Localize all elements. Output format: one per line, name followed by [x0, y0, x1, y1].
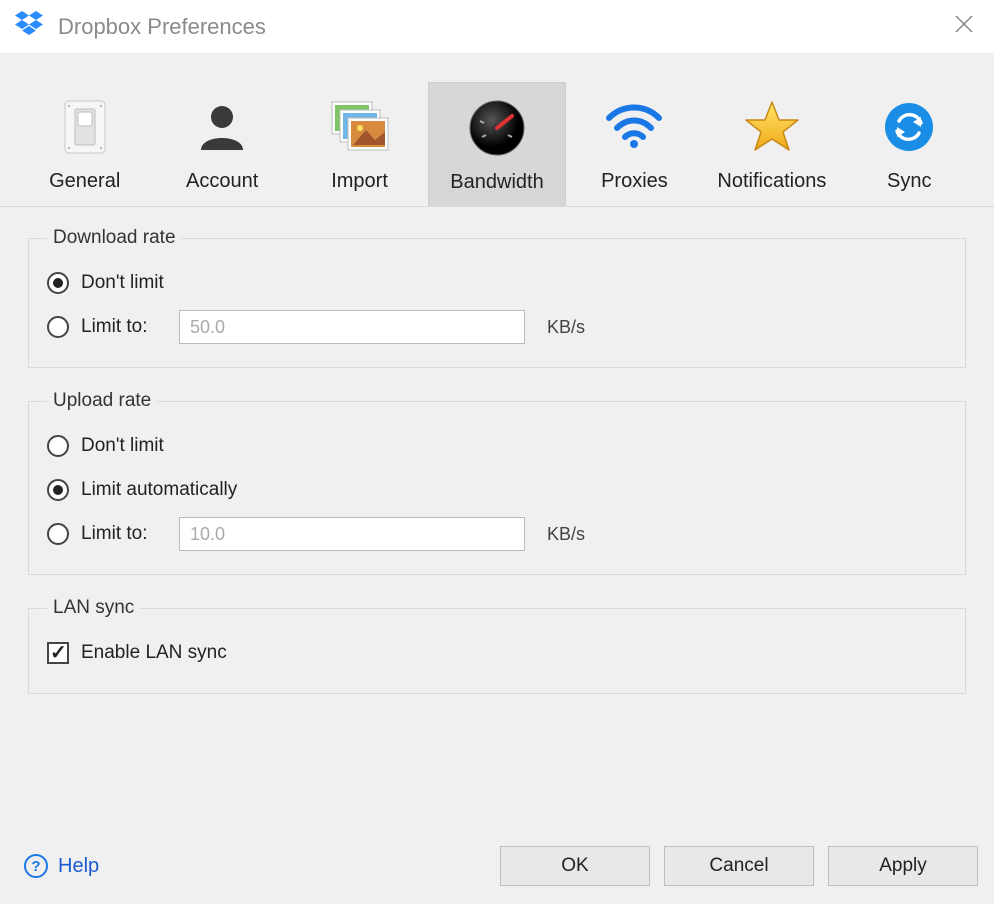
lan-sync-group: LAN sync Enable LAN sync	[28, 597, 966, 694]
cancel-button[interactable]: Cancel	[664, 846, 814, 886]
bottom-bar: ? Help OK Cancel Apply	[0, 828, 994, 904]
window-title: Dropbox Preferences	[58, 14, 948, 40]
tab-label: Import	[295, 170, 424, 193]
download-dont-limit-radio[interactable]	[47, 272, 69, 294]
close-icon	[954, 14, 974, 34]
tab-general[interactable]: General	[16, 82, 153, 206]
sync-icon	[845, 88, 974, 166]
content-area: Download rate Don't limit Limit to: KB/s…	[0, 207, 994, 694]
close-button[interactable]	[948, 8, 980, 45]
tab-import[interactable]: Import	[291, 82, 428, 206]
tab-label: Proxies	[570, 170, 699, 193]
lan-sync-label: Enable LAN sync	[81, 642, 227, 664]
tab-label: Notifications	[707, 170, 836, 193]
tab-label: Account	[157, 170, 286, 193]
download-unit: KB/s	[547, 317, 585, 338]
person-icon	[157, 88, 286, 166]
tab-sync[interactable]: Sync	[841, 82, 978, 206]
ok-button[interactable]: OK	[500, 846, 650, 886]
tab-label: Bandwidth	[433, 171, 560, 194]
tab-proxies[interactable]: Proxies	[566, 82, 703, 206]
tab-account[interactable]: Account	[153, 82, 290, 206]
svg-text:?: ?	[31, 858, 40, 875]
upload-rate-group: Upload rate Don't limit Limit automatica…	[28, 390, 966, 575]
upload-limit-to-label: Limit to:	[81, 523, 167, 545]
download-rate-group: Download rate Don't limit Limit to: KB/s	[28, 227, 966, 368]
download-limit-to-label: Limit to:	[81, 316, 167, 338]
download-rate-legend: Download rate	[47, 227, 182, 249]
download-limit-input[interactable]	[179, 310, 525, 344]
help-label: Help	[58, 855, 99, 878]
tab-bandwidth[interactable]: Bandwidth	[428, 82, 565, 206]
dropbox-logo-icon	[14, 11, 44, 42]
tab-label: General	[20, 170, 149, 193]
download-limit-to-radio[interactable]	[47, 316, 69, 338]
upload-limit-to-radio[interactable]	[47, 523, 69, 545]
titlebar: Dropbox Preferences	[0, 0, 994, 54]
upload-unit: KB/s	[547, 524, 585, 545]
apply-button[interactable]: Apply	[828, 846, 978, 886]
help-icon: ?	[24, 854, 48, 878]
upload-rate-legend: Upload rate	[47, 390, 157, 412]
tab-notifications[interactable]: Notifications	[703, 82, 840, 206]
upload-limit-auto-label: Limit automatically	[81, 479, 237, 501]
download-dont-limit-label: Don't limit	[81, 272, 164, 294]
lan-sync-checkbox[interactable]	[47, 642, 69, 664]
tab-bar: General Account Import	[0, 82, 994, 207]
photos-icon	[295, 88, 424, 166]
tab-label: Sync	[845, 170, 974, 193]
upload-dont-limit-radio[interactable]	[47, 435, 69, 457]
wifi-icon	[570, 88, 699, 166]
upload-dont-limit-label: Don't limit	[81, 435, 164, 457]
upload-limit-auto-radio[interactable]	[47, 479, 69, 501]
star-icon	[707, 88, 836, 166]
help-link[interactable]: ? Help	[24, 854, 99, 878]
lan-sync-legend: LAN sync	[47, 597, 140, 619]
upload-limit-input[interactable]	[179, 517, 525, 551]
gauge-icon	[433, 89, 560, 167]
switch-icon	[20, 88, 149, 166]
